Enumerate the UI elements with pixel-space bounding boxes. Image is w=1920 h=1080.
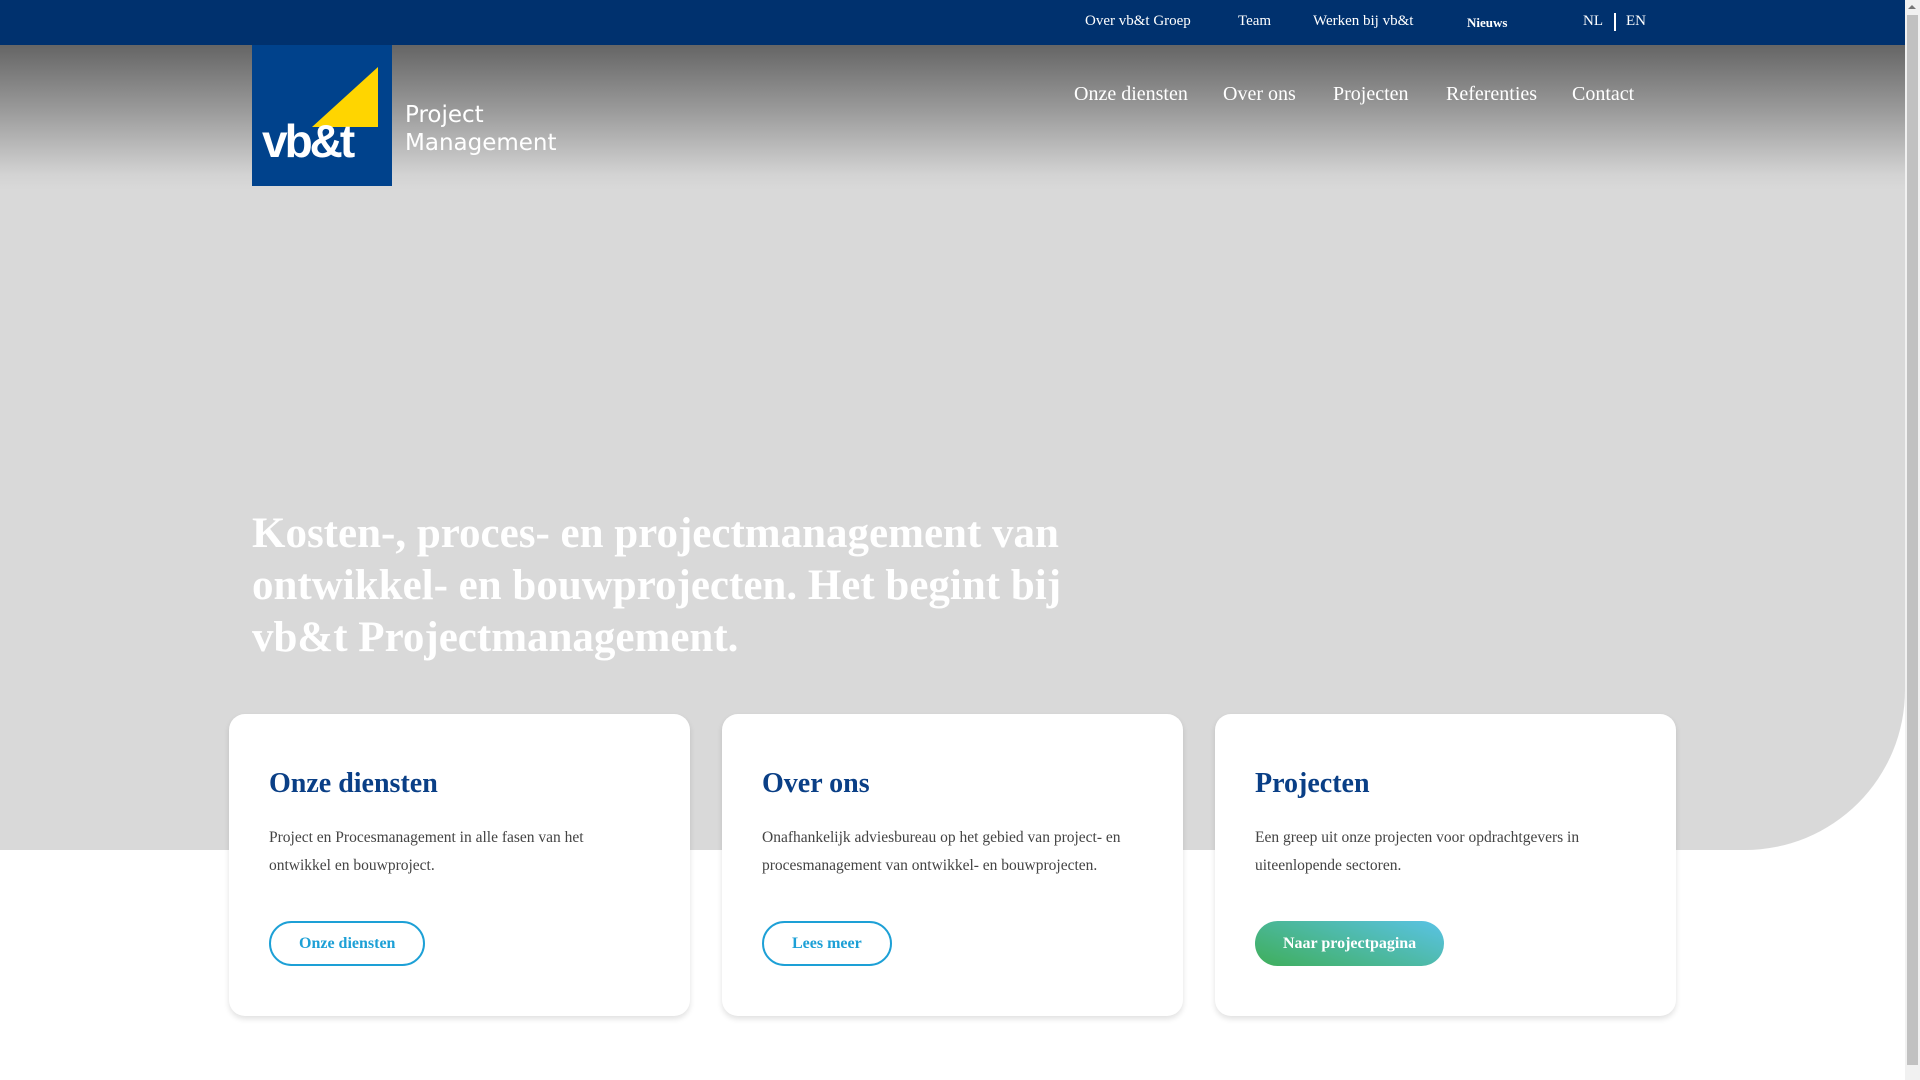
- top-bar: Over vb&t Groep Team Werken bij vb&t Nie…: [0, 0, 1905, 45]
- top-link-werken[interactable]: Werken bij vb&t: [1313, 13, 1413, 30]
- scroll-up-arrow-icon[interactable]: [1908, 5, 1916, 9]
- card-text: Project en Procesmanagement in alle fase…: [269, 829, 584, 874]
- card-projecten: Projecten Een greep uit onze projecten v…: [1215, 714, 1676, 1016]
- card-title: Over ons: [762, 768, 870, 799]
- top-link-over-groep[interactable]: Over vb&t Groep: [1085, 13, 1191, 30]
- scrollbar-thumb[interactable]: [1907, 15, 1918, 1065]
- card-title: Projecten: [1255, 768, 1370, 799]
- lang-en[interactable]: EN: [1626, 13, 1646, 30]
- card-text: Onafhankelijk adviesbureau op het gebied…: [762, 829, 1121, 874]
- nav-projecten[interactable]: Projecten: [1333, 83, 1409, 106]
- onze-diensten-button[interactable]: Onze diensten: [269, 921, 426, 966]
- card-over-ons: Over ons Onafhankelijk adviesbureau op h…: [722, 714, 1183, 1016]
- top-link-team[interactable]: Team: [1238, 13, 1271, 30]
- page: Over vb&t Groep Team Werken bij vb&t Nie…: [0, 0, 1905, 1080]
- logo-line-management: Management: [405, 130, 557, 156]
- nav-contact[interactable]: Contact: [1572, 83, 1634, 106]
- lang-nl[interactable]: NL: [1583, 13, 1603, 30]
- lees-meer-button[interactable]: Lees meer: [762, 921, 892, 966]
- nav-referenties[interactable]: Referenties: [1446, 83, 1537, 106]
- scrollbar[interactable]: [1905, 0, 1920, 1080]
- card-onze-diensten: Onze diensten Project en Procesmanagemen…: [229, 714, 690, 1016]
- card-text: Een greep uit onze projecten voor opdrac…: [1255, 829, 1580, 874]
- card-title: Onze diensten: [269, 768, 438, 799]
- logo-line-project: Project: [405, 102, 484, 128]
- nav-onze-diensten[interactable]: Onze diensten: [1074, 83, 1188, 106]
- hero-heading: Kosten-, proces- en projectmanagement va…: [252, 510, 1062, 661]
- logo[interactable]: vb&t: [252, 45, 392, 186]
- lang-divider: [1614, 13, 1616, 31]
- top-link-nieuws[interactable]: Nieuws: [1467, 15, 1507, 31]
- logo-wordmark: vb&t: [262, 115, 355, 167]
- naar-projectpagina-button[interactable]: Naar projectpagina: [1255, 921, 1445, 966]
- nav-over-ons[interactable]: Over ons: [1223, 83, 1296, 106]
